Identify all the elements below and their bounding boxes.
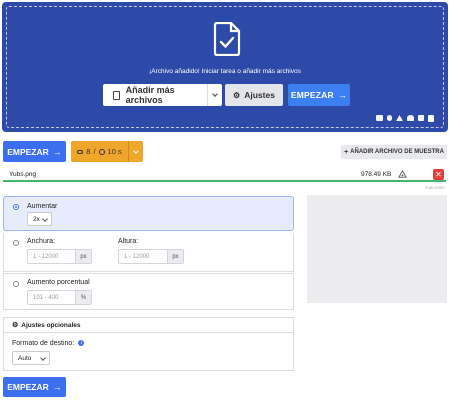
folder-icon[interactable] [376, 115, 383, 121]
close-icon: ✕ [435, 169, 442, 179]
option-upscale-label: Aumentar [27, 203, 58, 210]
percent-input-group[interactable]: 101 - 400 % [27, 290, 92, 305]
arrow-right-icon: → [52, 146, 62, 157]
option-upscale[interactable]: Aumentar 2x [3, 196, 294, 231]
start-button[interactable]: EMPEZAR → [3, 141, 66, 162]
format-label: Formato de destino: [12, 340, 75, 347]
optional-settings-header: ⚙ Ajustes opcionales [3, 317, 294, 332]
credits-time-badge[interactable]: 8 / 10 s [71, 141, 128, 162]
start-label: EMPEZAR [7, 146, 49, 157]
paste-icon[interactable] [428, 115, 434, 122]
corner-label: PUBLISHER [425, 186, 445, 190]
google-drive-icon[interactable] [396, 115, 403, 121]
height-label: Altura: [118, 238, 139, 245]
start-label: EMPEZAR [7, 382, 49, 392]
add-files-dropdown-button[interactable] [207, 84, 222, 106]
recycle-icon[interactable] [398, 170, 407, 179]
width-input[interactable]: 1 - 12000 [28, 250, 75, 263]
chevron-down-icon [40, 355, 46, 361]
radio-percent[interactable] [13, 281, 19, 287]
add-more-files-label: Añadir más archivos [125, 85, 175, 105]
chevron-down-icon [42, 216, 48, 222]
upload-dropzone[interactable]: ¡Archivo añadido! Iniciar tarea o añadir… [2, 2, 448, 132]
height-input-group[interactable]: 1 - 12000 px [118, 249, 184, 264]
optional-settings-title: Ajustes opcionales [21, 321, 81, 329]
format-select[interactable]: Auto [12, 351, 50, 365]
delete-file-button[interactable]: ✕ [433, 169, 444, 180]
credits-dropdown-button[interactable] [128, 141, 143, 162]
image-preview [307, 195, 447, 303]
link-icon[interactable] [387, 115, 392, 121]
settings-label: Ajustes [244, 90, 275, 100]
percent-unit: % [75, 291, 91, 304]
separator: / [93, 147, 96, 156]
start-label: EMPEZAR [290, 90, 334, 100]
chevron-down-icon [133, 147, 139, 154]
format-value: Auto [18, 354, 32, 362]
gears-icon: ⚙ [12, 322, 19, 329]
cloud-source-icons [376, 115, 434, 122]
upload-status-text: ¡Archivo añadido! Iniciar tarea o añadir… [149, 68, 301, 75]
option-dimensions[interactable]: Anchura: 1 - 12000 px Altura: 1 - 12000 … [3, 233, 294, 272]
add-sample-file-button[interactable]: + AÑADIR ARCHIVO DE MUESTRA [341, 145, 447, 159]
option-percent-label: Aumento porcentual [27, 279, 90, 286]
radio-dimensions[interactable] [13, 240, 19, 246]
plus-icon: + [344, 148, 349, 156]
height-input[interactable]: 1 - 12000 [119, 250, 167, 263]
chevron-down-icon [212, 91, 218, 97]
time-estimate: 10 s [107, 147, 122, 156]
start-button-bottom[interactable]: EMPEZAR → [3, 377, 66, 397]
radio-upscale[interactable] [13, 204, 19, 210]
add-sample-label: AÑADIR ARCHIVO DE MUESTRA [350, 149, 444, 155]
upscale-factor-value: 2x [33, 215, 40, 223]
gears-icon: ⚙ [233, 90, 241, 100]
width-unit: px [75, 250, 91, 263]
credits-icon [77, 149, 84, 154]
file-name: Yubs.png [9, 171, 37, 178]
info-icon[interactable]: i [78, 340, 85, 347]
onedrive-icon[interactable] [418, 115, 424, 121]
percent-input[interactable]: 101 - 400 [28, 291, 75, 304]
dropbox-icon[interactable] [407, 115, 414, 121]
width-label: Anchura: [27, 238, 56, 245]
add-more-files-button[interactable]: Añadir más archivos [103, 84, 207, 106]
file-size: 978.49 KB [361, 171, 392, 178]
width-input-group[interactable]: 1 - 12000 px [27, 249, 92, 264]
format-label-row: Formato de destino: i [12, 340, 85, 347]
upscale-factor-select[interactable]: 2x [27, 212, 52, 226]
optional-settings-body: Formato de destino: i Auto [3, 332, 294, 371]
settings-button[interactable]: ⚙ Ajustes [225, 84, 283, 106]
file-row: Yubs.png 978.49 KB ✕ [3, 168, 446, 182]
arrow-right-icon: → [337, 90, 348, 100]
arrow-right-icon: → [52, 382, 62, 392]
option-percent[interactable]: Aumento porcentual 101 - 400 % [3, 273, 294, 310]
file-icon [113, 90, 120, 100]
file-check-icon [213, 22, 241, 56]
clock-icon [98, 148, 105, 155]
start-button-top[interactable]: EMPEZAR → [288, 84, 350, 106]
height-unit: px [167, 250, 183, 263]
credits-count: 8 [86, 147, 91, 156]
